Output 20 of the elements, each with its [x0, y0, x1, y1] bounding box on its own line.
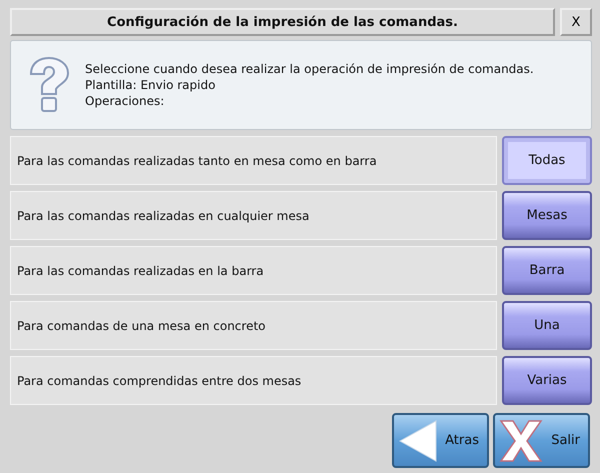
window-title: Configuración de la impresión de las comandas.	[10, 8, 555, 36]
close-icon	[499, 418, 543, 462]
option-label: Para comandas de una mesa en concreto	[10, 301, 497, 350]
option-button[interactable]: Todas	[502, 136, 592, 185]
exit-button[interactable]: Salir	[493, 413, 590, 468]
info-text: Operaciones:	[85, 93, 166, 109]
back-button[interactable]: Atras	[392, 413, 489, 468]
option-button[interactable]: Varias	[502, 356, 592, 405]
option-label: Para las comandas realizadas tanto en mesa como en barra	[10, 136, 497, 185]
option-label: Para las comandas realizadas en cualquier mesa	[10, 191, 497, 240]
option-label: Para comandas comprendidas entre dos mesas	[10, 356, 497, 405]
option-label: Para las comandas realizadas en la barra	[10, 246, 497, 295]
option-button[interactable]: Una	[502, 301, 592, 350]
option-button[interactable]: Mesas	[502, 191, 592, 240]
info-text: Plantilla: Envio rapido	[85, 77, 216, 93]
option-button[interactable]: Barra	[502, 246, 592, 295]
question-mark-icon	[27, 56, 71, 114]
left-arrow-icon	[398, 418, 438, 462]
info-text: Seleccione cuando desea realizar la operación de impresión de comandas.	[85, 61, 534, 77]
close-button[interactable]: X	[560, 8, 592, 36]
